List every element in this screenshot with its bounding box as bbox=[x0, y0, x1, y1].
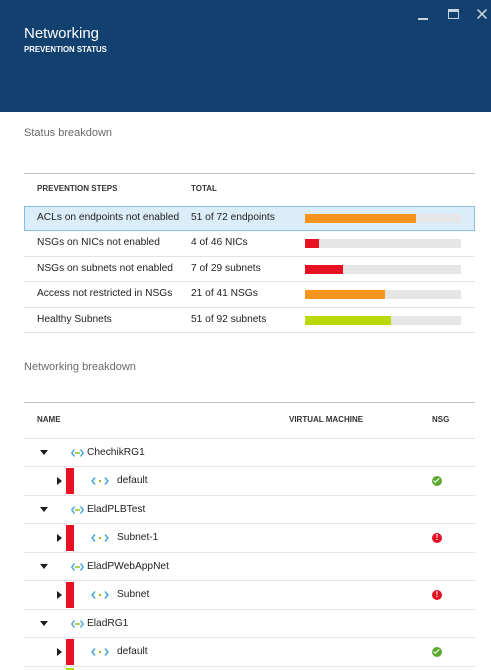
subnet-icon bbox=[91, 477, 109, 485]
prevention-step-label: Healthy Subnets bbox=[37, 313, 112, 325]
prevention-step-row[interactable]: Access not restricted in NSGs 21 of 41 N… bbox=[24, 282, 475, 308]
error-circle-icon bbox=[432, 590, 442, 600]
virtual-network-icon bbox=[71, 619, 84, 628]
subnet-icon bbox=[91, 648, 109, 656]
minimize-icon[interactable] bbox=[418, 18, 428, 20]
virtual-network-row[interactable]: EladPLBTest bbox=[24, 496, 475, 524]
severity-bar bbox=[66, 639, 74, 665]
table-header: PREVENTION STEPS TOTAL bbox=[24, 174, 475, 206]
prevention-step-total: 7 of 29 subnets bbox=[191, 262, 261, 274]
column-header-nsg: NSG bbox=[432, 415, 450, 424]
prevention-step-row[interactable]: NSGs on NICs not enabled 4 of 46 NICs bbox=[24, 231, 475, 257]
column-header-virtual-machine: VIRTUAL MACHINE bbox=[289, 415, 364, 424]
status-breakdown-table: PREVENTION STEPS TOTAL ACLs on endpoints… bbox=[24, 173, 475, 333]
column-header-prevention-steps: PREVENTION STEPS bbox=[37, 184, 118, 193]
blade-title: Networking bbox=[24, 25, 100, 42]
prevention-step-row[interactable]: Healthy Subnets 51 of 92 subnets bbox=[24, 308, 475, 333]
expand-arrow-icon[interactable] bbox=[57, 534, 62, 542]
progress-bar bbox=[305, 239, 461, 248]
virtual-network-icon bbox=[71, 562, 84, 571]
severity-bar bbox=[66, 525, 74, 551]
virtual-network-name: EladPWebAppNet bbox=[87, 560, 169, 572]
virtual-network-name: EladRG1 bbox=[87, 617, 129, 629]
close-icon[interactable] bbox=[477, 9, 487, 19]
prevention-step-row[interactable]: NSGs on subnets not enabled 7 of 29 subn… bbox=[24, 257, 475, 282]
virtual-network-name: ChechikRG1 bbox=[87, 446, 145, 458]
subnet-name: Subnet-1 bbox=[117, 532, 159, 543]
expand-arrow-icon[interactable] bbox=[57, 591, 62, 599]
subnet-name: default bbox=[117, 646, 148, 657]
virtual-network-row[interactable]: ChechikRG1 bbox=[24, 439, 475, 467]
status-breakdown-heading: Status breakdown bbox=[24, 127, 113, 139]
error-circle-icon bbox=[432, 533, 442, 543]
column-header-name: NAME bbox=[37, 415, 61, 424]
virtual-network-row[interactable]: EladPWebAppNet bbox=[24, 553, 475, 581]
prevention-step-label: ACLs on endpoints not enabled bbox=[37, 211, 180, 223]
subnet-name: Subnet bbox=[117, 589, 150, 600]
expand-arrow-icon[interactable] bbox=[57, 477, 62, 485]
collapse-arrow-icon[interactable] bbox=[40, 563, 48, 569]
check-circle-icon bbox=[432, 476, 442, 486]
prevention-step-label: NSGs on subnets not enabled bbox=[37, 262, 173, 274]
subnet-icon bbox=[91, 591, 109, 599]
blade-subtitle: PREVENTION STATUS bbox=[24, 45, 107, 54]
column-header-total: TOTAL bbox=[191, 184, 217, 193]
expand-arrow-icon[interactable] bbox=[57, 648, 62, 656]
check-circle-icon bbox=[432, 647, 442, 657]
prevention-step-total: 21 of 41 NSGs bbox=[191, 288, 258, 299]
collapse-arrow-icon[interactable] bbox=[40, 449, 48, 455]
progress-bar-fill bbox=[305, 213, 416, 223]
virtual-network-icon bbox=[71, 505, 84, 514]
severity-bar bbox=[66, 468, 74, 494]
progress-bar bbox=[305, 315, 461, 325]
table-header: NAME VIRTUAL MACHINE NSG bbox=[24, 403, 475, 439]
progress-bar bbox=[305, 264, 461, 274]
progress-bar bbox=[305, 290, 461, 299]
subnet-row[interactable] bbox=[24, 667, 475, 670]
collapse-arrow-icon[interactable] bbox=[40, 506, 48, 512]
virtual-network-name: EladPLBTest bbox=[87, 503, 146, 515]
subnet-row[interactable]: default bbox=[24, 638, 475, 667]
maximize-icon[interactable] bbox=[448, 9, 459, 19]
virtual-network-icon bbox=[71, 448, 84, 457]
networking-breakdown-table: NAME VIRTUAL MACHINE NSG ChechikRG1 defa… bbox=[24, 402, 475, 670]
blade-header: Networking PREVENTION STATUS bbox=[0, 0, 491, 112]
prevention-step-total: 4 of 46 NICs bbox=[191, 237, 248, 248]
subnet-row[interactable]: default bbox=[24, 467, 475, 496]
subnet-row[interactable]: Subnet bbox=[24, 581, 475, 610]
prevention-step-label: NSGs on NICs not enabled bbox=[37, 237, 160, 248]
subnet-row[interactable]: Subnet-1 bbox=[24, 524, 475, 553]
collapse-arrow-icon[interactable] bbox=[40, 620, 48, 626]
progress-bar-fill bbox=[305, 239, 319, 248]
subnet-name: default bbox=[117, 475, 148, 486]
progress-bar-fill bbox=[305, 290, 385, 299]
progress-bar bbox=[305, 213, 461, 223]
networking-breakdown-heading: Networking breakdown bbox=[24, 361, 136, 373]
prevention-step-total: 51 of 72 endpoints bbox=[191, 211, 275, 223]
virtual-network-row[interactable]: EladRG1 bbox=[24, 610, 475, 638]
prevention-step-label: Access not restricted in NSGs bbox=[37, 288, 173, 299]
prevention-step-row[interactable]: ACLs on endpoints not enabled 51 of 72 e… bbox=[24, 205, 475, 231]
subnet-icon bbox=[91, 534, 109, 542]
progress-bar-fill bbox=[305, 315, 392, 325]
prevention-step-total: 51 of 92 subnets bbox=[191, 313, 267, 325]
progress-bar-fill bbox=[305, 264, 343, 274]
severity-bar bbox=[66, 582, 74, 608]
